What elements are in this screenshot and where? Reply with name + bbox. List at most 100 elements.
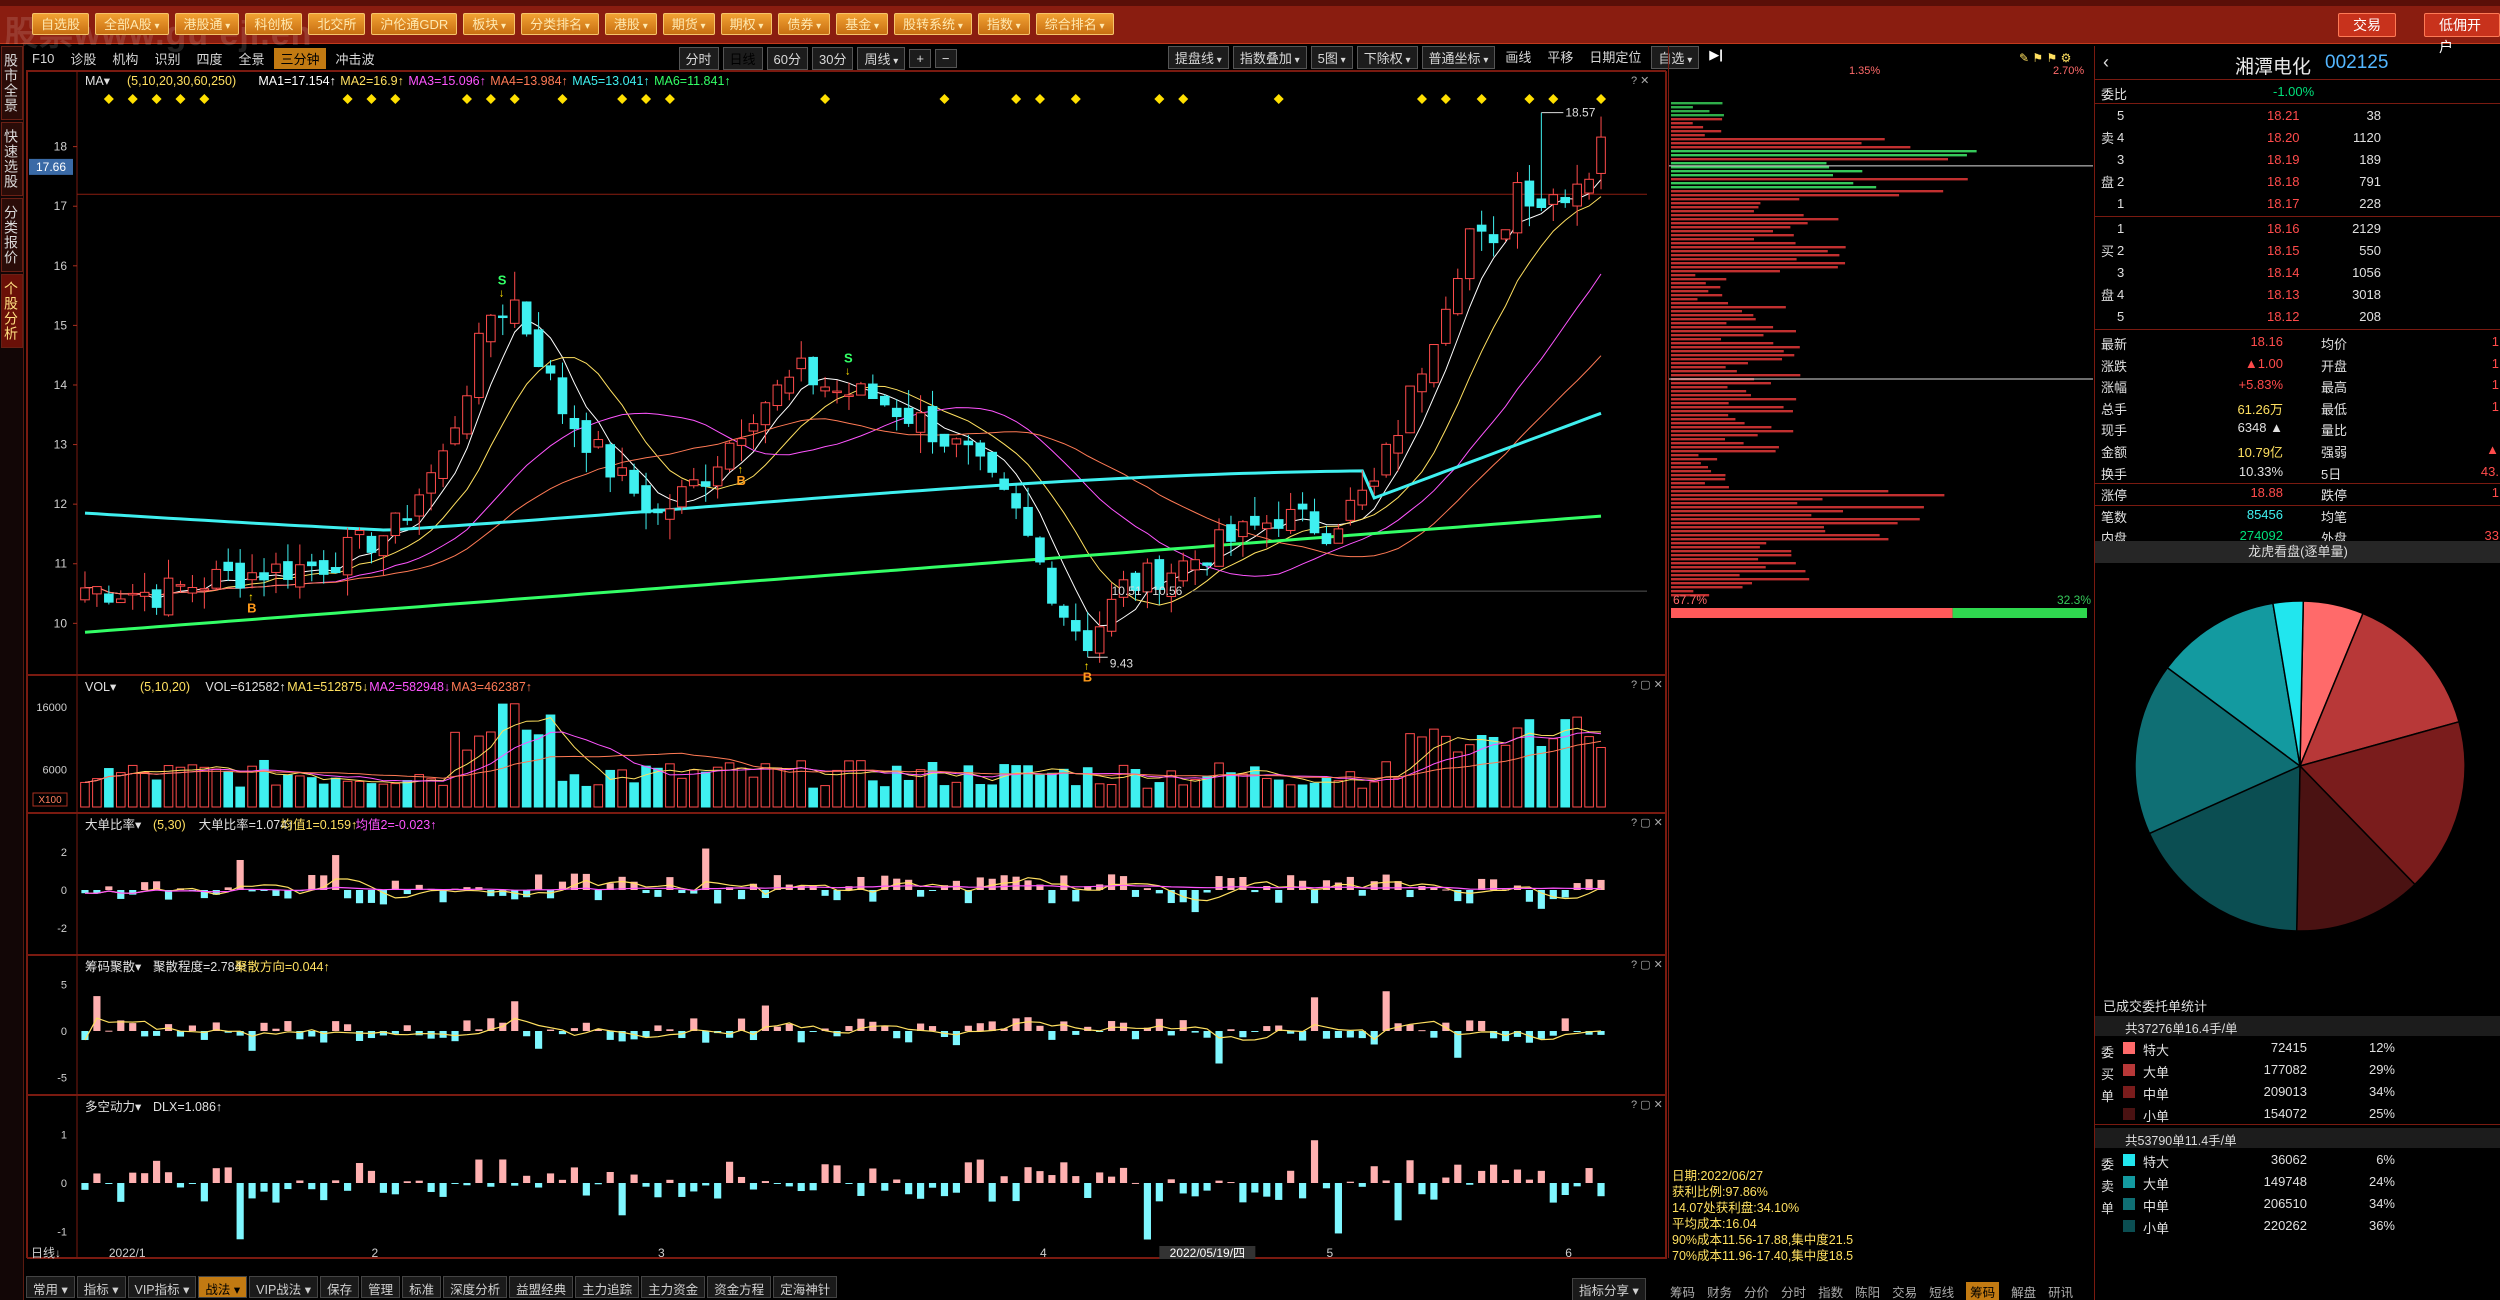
open-account-button[interactable]: 低佣开户 xyxy=(2424,13,2500,55)
candle-body[interactable] xyxy=(617,467,627,476)
market-nav-item[interactable]: 科创板 xyxy=(245,13,303,35)
candle-body[interactable] xyxy=(1226,524,1236,542)
candle-body[interactable] xyxy=(1059,605,1069,618)
candle-body[interactable] xyxy=(1417,373,1427,393)
indicator-tab[interactable]: 资金方程 xyxy=(707,1276,772,1298)
candle-body[interactable] xyxy=(509,299,520,324)
indicator-tab[interactable]: 常用 ▾ xyxy=(26,1276,75,1298)
power-indicator-name[interactable]: 多空动力▾ xyxy=(85,1100,142,1114)
period-label[interactable]: 日线↓ xyxy=(31,1246,61,1259)
candle-body[interactable] xyxy=(987,451,998,473)
candle-body[interactable] xyxy=(1309,511,1320,534)
candle-body[interactable] xyxy=(868,383,878,400)
candle-body[interactable] xyxy=(700,481,711,487)
candle-body[interactable] xyxy=(1512,182,1523,234)
candle-body[interactable] xyxy=(939,433,950,447)
chart-option-button[interactable]: 提盘线 xyxy=(1168,46,1229,69)
candle-body[interactable] xyxy=(748,423,759,432)
trade-button[interactable]: 交易 xyxy=(2338,13,2396,37)
candle-body[interactable] xyxy=(474,332,484,399)
market-nav-item[interactable]: 综合排名 xyxy=(1035,13,1114,35)
indicator-tab[interactable]: 深度分析 xyxy=(443,1276,508,1298)
chip-panel-tab[interactable]: 交易 xyxy=(1892,1282,1917,1300)
chip-panel-tab[interactable]: 财务 xyxy=(1707,1282,1732,1300)
candle-body[interactable] xyxy=(1202,562,1212,566)
period-tab[interactable]: 日线 xyxy=(722,46,763,70)
candle-body[interactable] xyxy=(127,592,138,596)
candle-body[interactable] xyxy=(295,564,305,588)
period-tab[interactable]: 60分 xyxy=(766,46,809,70)
chart-option-button[interactable]: 日期定位 xyxy=(1583,46,1647,69)
candle-body[interactable] xyxy=(497,315,508,319)
candle-body[interactable] xyxy=(1441,308,1451,344)
chip-panel-tab[interactable]: 研讯 xyxy=(2048,1282,2073,1300)
candle-body[interactable] xyxy=(330,567,341,574)
candle-body[interactable] xyxy=(796,357,807,370)
market-nav-item[interactable]: 期权 xyxy=(720,13,773,35)
candle-body[interactable] xyxy=(223,561,234,571)
candle-body[interactable] xyxy=(139,591,150,597)
candle-body[interactable] xyxy=(1536,198,1547,208)
toolbar-tab[interactable]: 诊股 xyxy=(64,48,102,69)
candle-body[interactable] xyxy=(1333,528,1344,544)
indicator-tab[interactable]: 定海神针 xyxy=(773,1276,838,1298)
candle-body[interactable] xyxy=(963,440,974,446)
candle-body[interactable] xyxy=(378,535,389,557)
chart-option-button[interactable]: 5图 xyxy=(1310,46,1353,69)
toolbar-tab[interactable]: 识别 xyxy=(148,48,186,69)
candle-body[interactable] xyxy=(1035,537,1045,563)
candle-body[interactable] xyxy=(856,383,866,396)
candle-body[interactable] xyxy=(438,450,448,479)
candle-body[interactable] xyxy=(593,439,604,448)
candle-body[interactable] xyxy=(844,394,854,397)
candle-body[interactable] xyxy=(486,314,496,343)
candle-body[interactable] xyxy=(211,568,222,589)
candle-body[interactable] xyxy=(808,356,818,386)
candle-body[interactable] xyxy=(414,494,425,517)
indicator-tab[interactable]: 主力追踪 xyxy=(575,1276,640,1298)
candle-body[interactable] xyxy=(1584,178,1594,194)
chip-panel-tab[interactable]: 筹码 xyxy=(1670,1282,1695,1300)
candle-body[interactable] xyxy=(832,390,842,394)
candle-body[interactable] xyxy=(1572,183,1582,207)
candle-body[interactable] xyxy=(1070,620,1081,632)
chip-panel-tab[interactable]: 筹码 xyxy=(1966,1282,2000,1300)
candle-body[interactable] xyxy=(641,485,651,514)
candle-body[interactable] xyxy=(975,442,986,457)
chart-option-button[interactable]: 下除权 xyxy=(1356,46,1418,69)
candle-body[interactable] xyxy=(653,508,663,514)
indicator-tab[interactable]: 标准 xyxy=(402,1276,442,1298)
candle-body[interactable] xyxy=(1273,519,1284,529)
market-nav-item[interactable]: 板块 xyxy=(463,13,516,35)
candle-body[interactable] xyxy=(247,572,257,581)
candle-body[interactable] xyxy=(151,589,162,608)
candle-body[interactable] xyxy=(175,584,186,587)
indicator-tab[interactable]: 益盟经典 xyxy=(509,1276,574,1298)
candle-body[interactable] xyxy=(1023,506,1033,536)
candle-body[interactable] xyxy=(104,593,114,603)
candle-body[interactable] xyxy=(80,587,90,601)
indicator-tab[interactable]: 主力资金 xyxy=(641,1276,706,1298)
candle-body[interactable] xyxy=(760,402,771,426)
indicator-share-button[interactable]: 指标分享 ▾ xyxy=(1572,1278,1646,1300)
candle-body[interactable] xyxy=(1548,194,1559,205)
candle-body[interactable] xyxy=(677,486,687,508)
market-nav-item[interactable]: 债券 xyxy=(778,13,831,35)
candle-body[interactable] xyxy=(426,472,436,494)
candle-body[interactable] xyxy=(1560,197,1571,204)
candle-body[interactable] xyxy=(999,478,1009,490)
chip-panel-tab[interactable]: 分时 xyxy=(1781,1282,1806,1300)
candle-body[interactable] xyxy=(951,438,962,445)
candle-body[interactable] xyxy=(605,444,616,478)
period-tab[interactable]: 周线 xyxy=(857,46,906,70)
candle-body[interactable] xyxy=(1369,480,1380,487)
chart-option-button[interactable]: 画线 xyxy=(1499,46,1537,69)
candle-body[interactable] xyxy=(1393,435,1403,454)
panel-controls-icon[interactable]: ? ▢ ✕ xyxy=(1631,679,1663,691)
panel-controls-icon[interactable]: ? ▢ ✕ xyxy=(1631,959,1663,971)
zoom-in-button[interactable]: + xyxy=(909,48,931,68)
candle-body[interactable] xyxy=(1190,559,1200,571)
panel-controls-icon[interactable]: ? ▢ ✕ xyxy=(1631,1099,1663,1111)
left-tab[interactable]: 股市全景 xyxy=(1,46,23,120)
market-nav-item[interactable]: 沪伦通GDR xyxy=(371,13,458,35)
